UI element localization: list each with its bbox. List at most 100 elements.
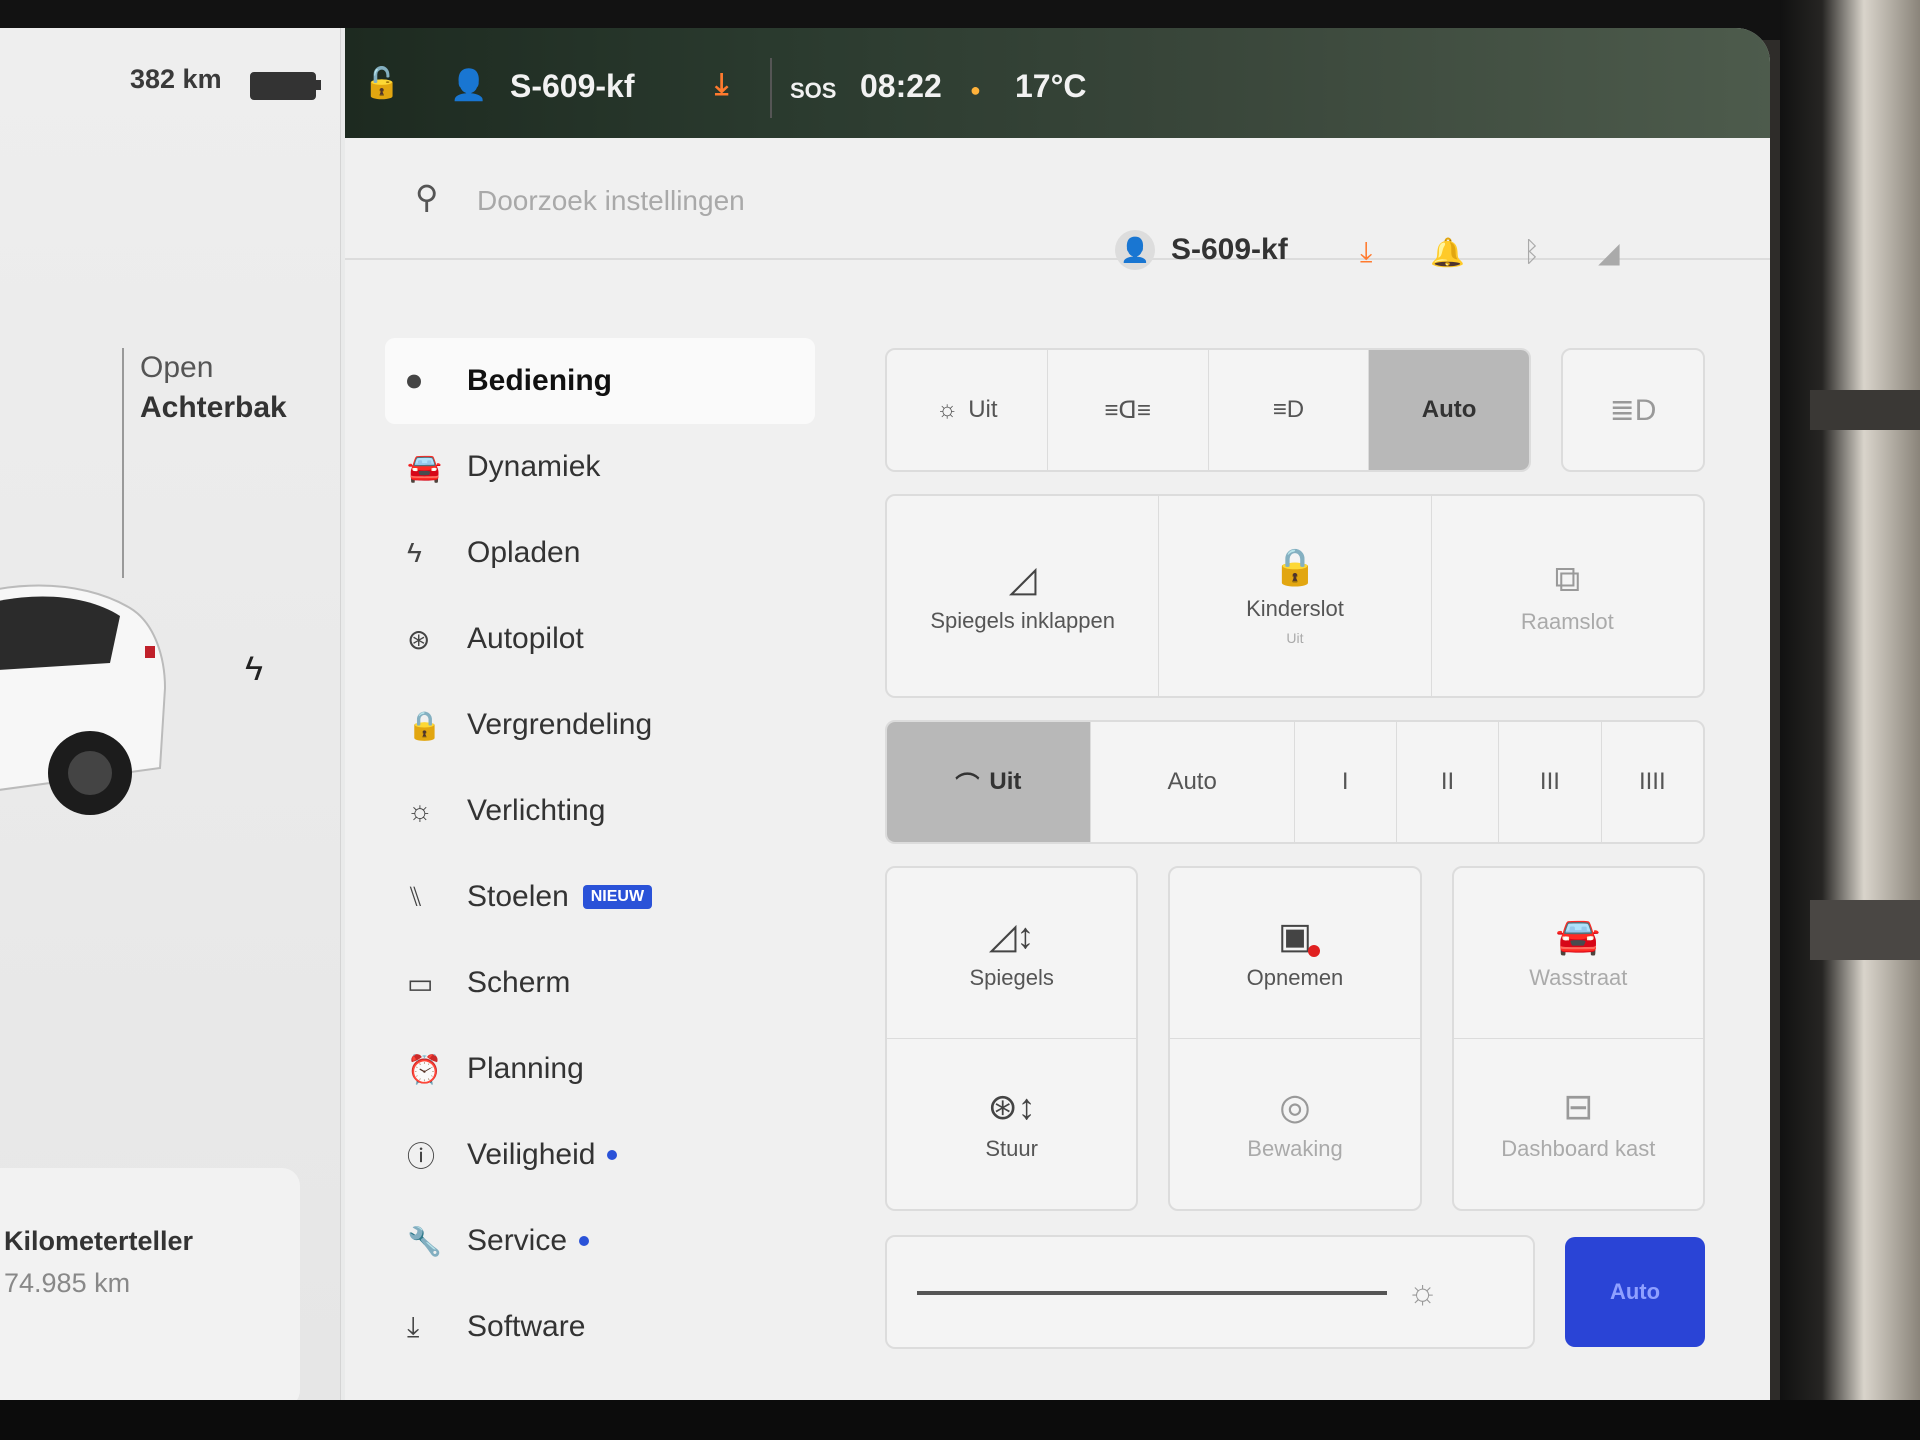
wipers-off-label: Uit — [989, 768, 1022, 795]
slider-track[interactable] — [917, 1291, 1387, 1295]
controls-area: ☼ Uit ≡ᗡ≡ ≡D Auto ≣D ◿ Spiegels inklappe… — [885, 348, 1705, 1349]
nav-item-dynamiek[interactable]: 🚘 Dynamiek — [385, 424, 815, 510]
profile-name: S-609-kf — [1171, 233, 1288, 266]
camera-column: ▣ Opnemen ◎ Bewaking — [1168, 866, 1422, 1211]
child-lock-status: Uit — [1286, 630, 1304, 646]
parking-lights-icon: ≡ᗡ≡ — [1104, 396, 1151, 424]
fog-lights-button[interactable]: ≣D — [1561, 348, 1705, 472]
nav-item-vergrendeling[interactable]: 🔒 Vergrendeling — [385, 682, 815, 768]
steering-label: Stuur — [985, 1136, 1038, 1161]
wrench-icon: 🔧 — [407, 1225, 442, 1257]
wiper-speed-label: II — [1440, 768, 1455, 795]
lights-auto-label: Auto — [1421, 396, 1477, 423]
mirrors-label: Spiegels — [969, 965, 1054, 990]
adjust-column: ◿↕ Spiegels ⊛↕ Stuur — [885, 866, 1139, 1211]
carwash-icon: 🚘 — [1555, 915, 1601, 956]
alert-circle-icon: ⓘ — [407, 1141, 436, 1172]
child-lock-label: Kinderslot — [1246, 596, 1344, 621]
nav-item-veiligheid[interactable]: ⓘ Veiligheid — [385, 1112, 815, 1198]
wiper-speed-2[interactable]: II — [1397, 722, 1500, 842]
nav-item-opladen[interactable]: ϟ Opladen — [385, 510, 815, 596]
window-lock-button[interactable]: ⧉ Raamslot — [1432, 496, 1703, 696]
nav-item-bediening[interactable]: ⏺ Bediening — [385, 338, 815, 424]
adjustment-grid: ◿↕ Spiegels ⊛↕ Stuur ▣ Opnemen ◎ Bewakin… — [885, 866, 1705, 1211]
carwash-button[interactable]: 🚘 Wasstraat — [1453, 868, 1703, 1039]
record-button[interactable]: ▣ Opnemen — [1170, 868, 1420, 1039]
lock-status-icon[interactable]: 🔓 — [363, 66, 400, 101]
alarm-clock-icon: ⏰ — [407, 1053, 442, 1085]
download-icon: ⤓ — [407, 1310, 420, 1342]
brightness-auto-button[interactable]: Auto — [1565, 1237, 1705, 1347]
steering-wheel-icon: ⊛ — [407, 623, 431, 655]
car-render-image[interactable] — [0, 568, 220, 828]
wiper-speed-label: IIII — [1638, 768, 1666, 795]
car-status-panel: 382 km Open Achterbak ϟ Kilometerteller … — [0, 28, 341, 1408]
dashcam-record-icon: ▣ — [1277, 915, 1321, 957]
wiper-icon: ⌒ — [955, 771, 980, 799]
lock-icon: 🔒 — [407, 709, 442, 741]
notification-bell-icon[interactable]: 🔔 — [1430, 236, 1465, 269]
trunk-button[interactable]: Open Achterbak — [140, 348, 287, 428]
trunk-status: Open — [140, 351, 214, 384]
nav-label: Software — [467, 1310, 586, 1343]
nav-item-stoelen[interactable]: ⑊ Stoelen NIEUW — [385, 854, 815, 940]
nav-label: Autopilot — [467, 622, 584, 655]
glovebox-button[interactable]: ⊟ Dashboard kast — [1454, 1039, 1703, 1209]
brightness-slider[interactable]: ☼ — [885, 1235, 1535, 1349]
steering-wheel-adjust-icon: ⊛↕ — [987, 1086, 1036, 1127]
bluetooth-icon[interactable]: ᛒ — [1523, 236, 1540, 269]
wiper-selector: ⌒ Uit Auto I II III IIII — [885, 720, 1705, 844]
wiper-speed-3[interactable]: III — [1499, 722, 1602, 842]
toggle-icon: ⏺ — [407, 364, 422, 396]
avatar-icon: 👤 — [1115, 230, 1155, 270]
low-beam-option[interactable]: ≡D — [1209, 350, 1370, 470]
status-bar: 🔓 👤 S-609-kf ⤓ SOS 08:22 ● 17°C — [345, 28, 1770, 138]
odometer-card: Kilometerteller 74.985 km — [0, 1168, 300, 1408]
sentry-button[interactable]: ◎ Bewaking — [1170, 1039, 1419, 1209]
nav-label: Dynamiek — [467, 450, 601, 483]
nav-item-software[interactable]: ⤓ Software — [385, 1284, 815, 1370]
odometer-label: Kilometerteller — [4, 1226, 194, 1256]
nav-item-autopilot[interactable]: ⊛ Autopilot — [385, 596, 815, 682]
search-icon: ⚲ — [415, 179, 439, 215]
seat-icon: ⑊ — [407, 881, 424, 912]
wipers-auto-label: Auto — [1167, 768, 1217, 795]
child-lock-icon: 🔒 — [1272, 546, 1318, 587]
record-label: Opnemen — [1246, 965, 1344, 990]
range-readout: 382 km — [130, 64, 222, 94]
sos-button[interactable]: SOS — [790, 78, 836, 104]
wipers-off-option[interactable]: ⌒ Uit — [887, 722, 1091, 842]
nav-item-service[interactable]: 🔧 Service — [385, 1198, 815, 1284]
lights-auto-option[interactable]: Auto — [1369, 350, 1529, 470]
nav-label: Scherm — [467, 966, 571, 999]
nav-item-planning[interactable]: ⏰ Planning — [385, 1026, 815, 1112]
steering-adjust-button[interactable]: ⊛↕ Stuur — [887, 1039, 1136, 1209]
lights-off-option[interactable]: ☼ Uit — [887, 350, 1048, 470]
nav-item-scherm[interactable]: ▭ Scherm — [385, 940, 815, 1026]
window-lock-label: Raamslot — [1520, 608, 1614, 634]
wipers-auto-option[interactable]: Auto — [1091, 722, 1295, 842]
settings-search-input[interactable] — [475, 178, 999, 224]
parking-lights-option[interactable]: ≡ᗡ≡ — [1048, 350, 1209, 470]
battery-icon — [250, 72, 321, 100]
header-icons: ⤓ 🔔 ᛒ ◢ — [1360, 236, 1620, 269]
mirrors-adjust-button[interactable]: ◿↕ Spiegels — [887, 868, 1137, 1039]
clock: 08:22 — [860, 68, 942, 104]
screen-bezel-right — [1780, 0, 1920, 1440]
bolt-icon: ϟ — [407, 537, 422, 568]
low-beam-icon: ≡D — [1272, 396, 1305, 423]
software-update-icon[interactable]: ⤓ — [715, 68, 728, 102]
profile-header[interactable]: 👤 S-609-kf — [1115, 230, 1288, 270]
nav-item-verlichting[interactable]: ☼ Verlichting — [385, 768, 815, 854]
status-car-name[interactable]: S-609-kf — [510, 68, 635, 105]
child-lock-button[interactable]: 🔒 Kinderslot Uit — [1159, 496, 1432, 696]
wiper-speed-4[interactable]: IIII — [1602, 722, 1703, 842]
misc-column: 🚘 Wasstraat ⊟ Dashboard kast — [1451, 866, 1705, 1211]
driver-profile-icon[interactable]: 👤 — [450, 68, 487, 103]
wiper-speed-1[interactable]: I — [1295, 722, 1397, 842]
nav-label: Opladen — [467, 536, 581, 569]
download-icon[interactable]: ⤓ — [1360, 236, 1372, 269]
nav-label: Stoelen — [467, 880, 569, 913]
charge-port-bolt-icon[interactable]: ϟ — [245, 650, 263, 689]
fold-mirrors-button[interactable]: ◿ Spiegels inklappen — [887, 496, 1160, 696]
